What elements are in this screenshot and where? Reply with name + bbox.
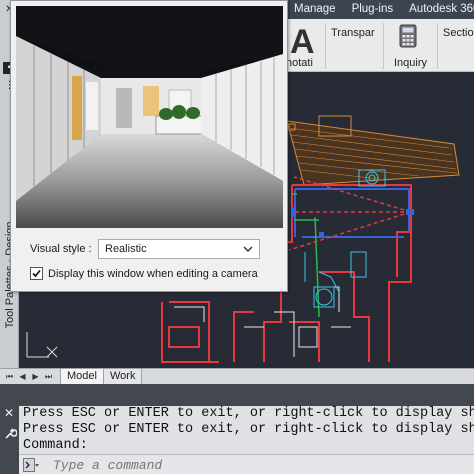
inquiry-panel-label[interactable]: Inquiry [394, 57, 427, 69]
tab-model[interactable]: Model [60, 369, 104, 385]
camera-preview-dialog: Visual style : Realistic Display this wi… [10, 0, 288, 292]
tab-plug-ins[interactable]: Plug-ins [344, 0, 402, 19]
close-icon[interactable]: ✕ [4, 406, 16, 420]
visual-style-value: Realistic [105, 243, 147, 255]
camera-glyph[interactable] [406, 209, 414, 215]
rendered-interior-view [16, 6, 283, 228]
history-line: Press ESC or ENTER to exit, or right-cli… [23, 422, 474, 437]
history-line: Command: [23, 438, 88, 453]
layout-tab-bar: ⏮ ◀ ▶ ⏭ Model Work [0, 368, 474, 385]
cyan-features [304, 169, 386, 308]
ucs-icon [26, 332, 58, 358]
chevron-down-icon [243, 246, 253, 252]
command-input-row [19, 454, 474, 474]
annotation-label: notati [286, 57, 313, 69]
next-tab-arrow-icon[interactable]: ▶ [30, 371, 41, 382]
camera-preview-viewport [16, 6, 283, 228]
last-tab-arrow-icon[interactable]: ⏭ [43, 371, 54, 382]
history-line: Press ESC or ENTER to exit, or right-cli… [23, 406, 474, 421]
section-button[interactable]: Sectio [443, 27, 474, 39]
checkmark-icon [32, 269, 41, 278]
tab-autodesk-360[interactable]: Autodesk 360 [401, 0, 474, 19]
calculator-icon[interactable] [399, 24, 417, 48]
visual-style-dropdown[interactable]: Realistic [98, 239, 260, 259]
wrench-icon[interactable] [3, 426, 18, 440]
panel-divider [325, 23, 326, 69]
display-window-label: Display this window when editing a camer… [48, 268, 258, 280]
blue-boundary [294, 188, 410, 238]
interior-lines [174, 286, 351, 357]
transparency-button[interactable]: Transpar [331, 27, 375, 39]
tab-work[interactable]: Work [103, 369, 143, 385]
ribbon-panel: A notati Transpar Inquiry Sectio [286, 19, 474, 72]
tab-manage[interactable]: Manage [286, 0, 344, 19]
first-tab-arrow-icon[interactable]: ⏮ [4, 371, 15, 382]
display-window-checkbox[interactable] [30, 267, 43, 280]
ribbon-tab-bar: Manage Plug-ins Autodesk 360 [286, 0, 474, 19]
prev-tab-arrow-icon[interactable]: ◀ [17, 371, 28, 382]
visual-style-label: Visual style : [30, 243, 92, 255]
command-prompt-icon[interactable] [23, 458, 39, 472]
ribbon: Manage Plug-ins Autodesk 360 A notati Tr… [286, 0, 474, 72]
panel-divider [437, 23, 438, 69]
command-line-window: ✕ Press ESC or ENTER to exit, or right-c… [0, 384, 474, 474]
command-input[interactable] [53, 457, 463, 473]
command-history: Press ESC or ENTER to exit, or right-cli… [19, 406, 474, 454]
panel-divider [383, 23, 384, 69]
camera-frustum [288, 176, 412, 251]
